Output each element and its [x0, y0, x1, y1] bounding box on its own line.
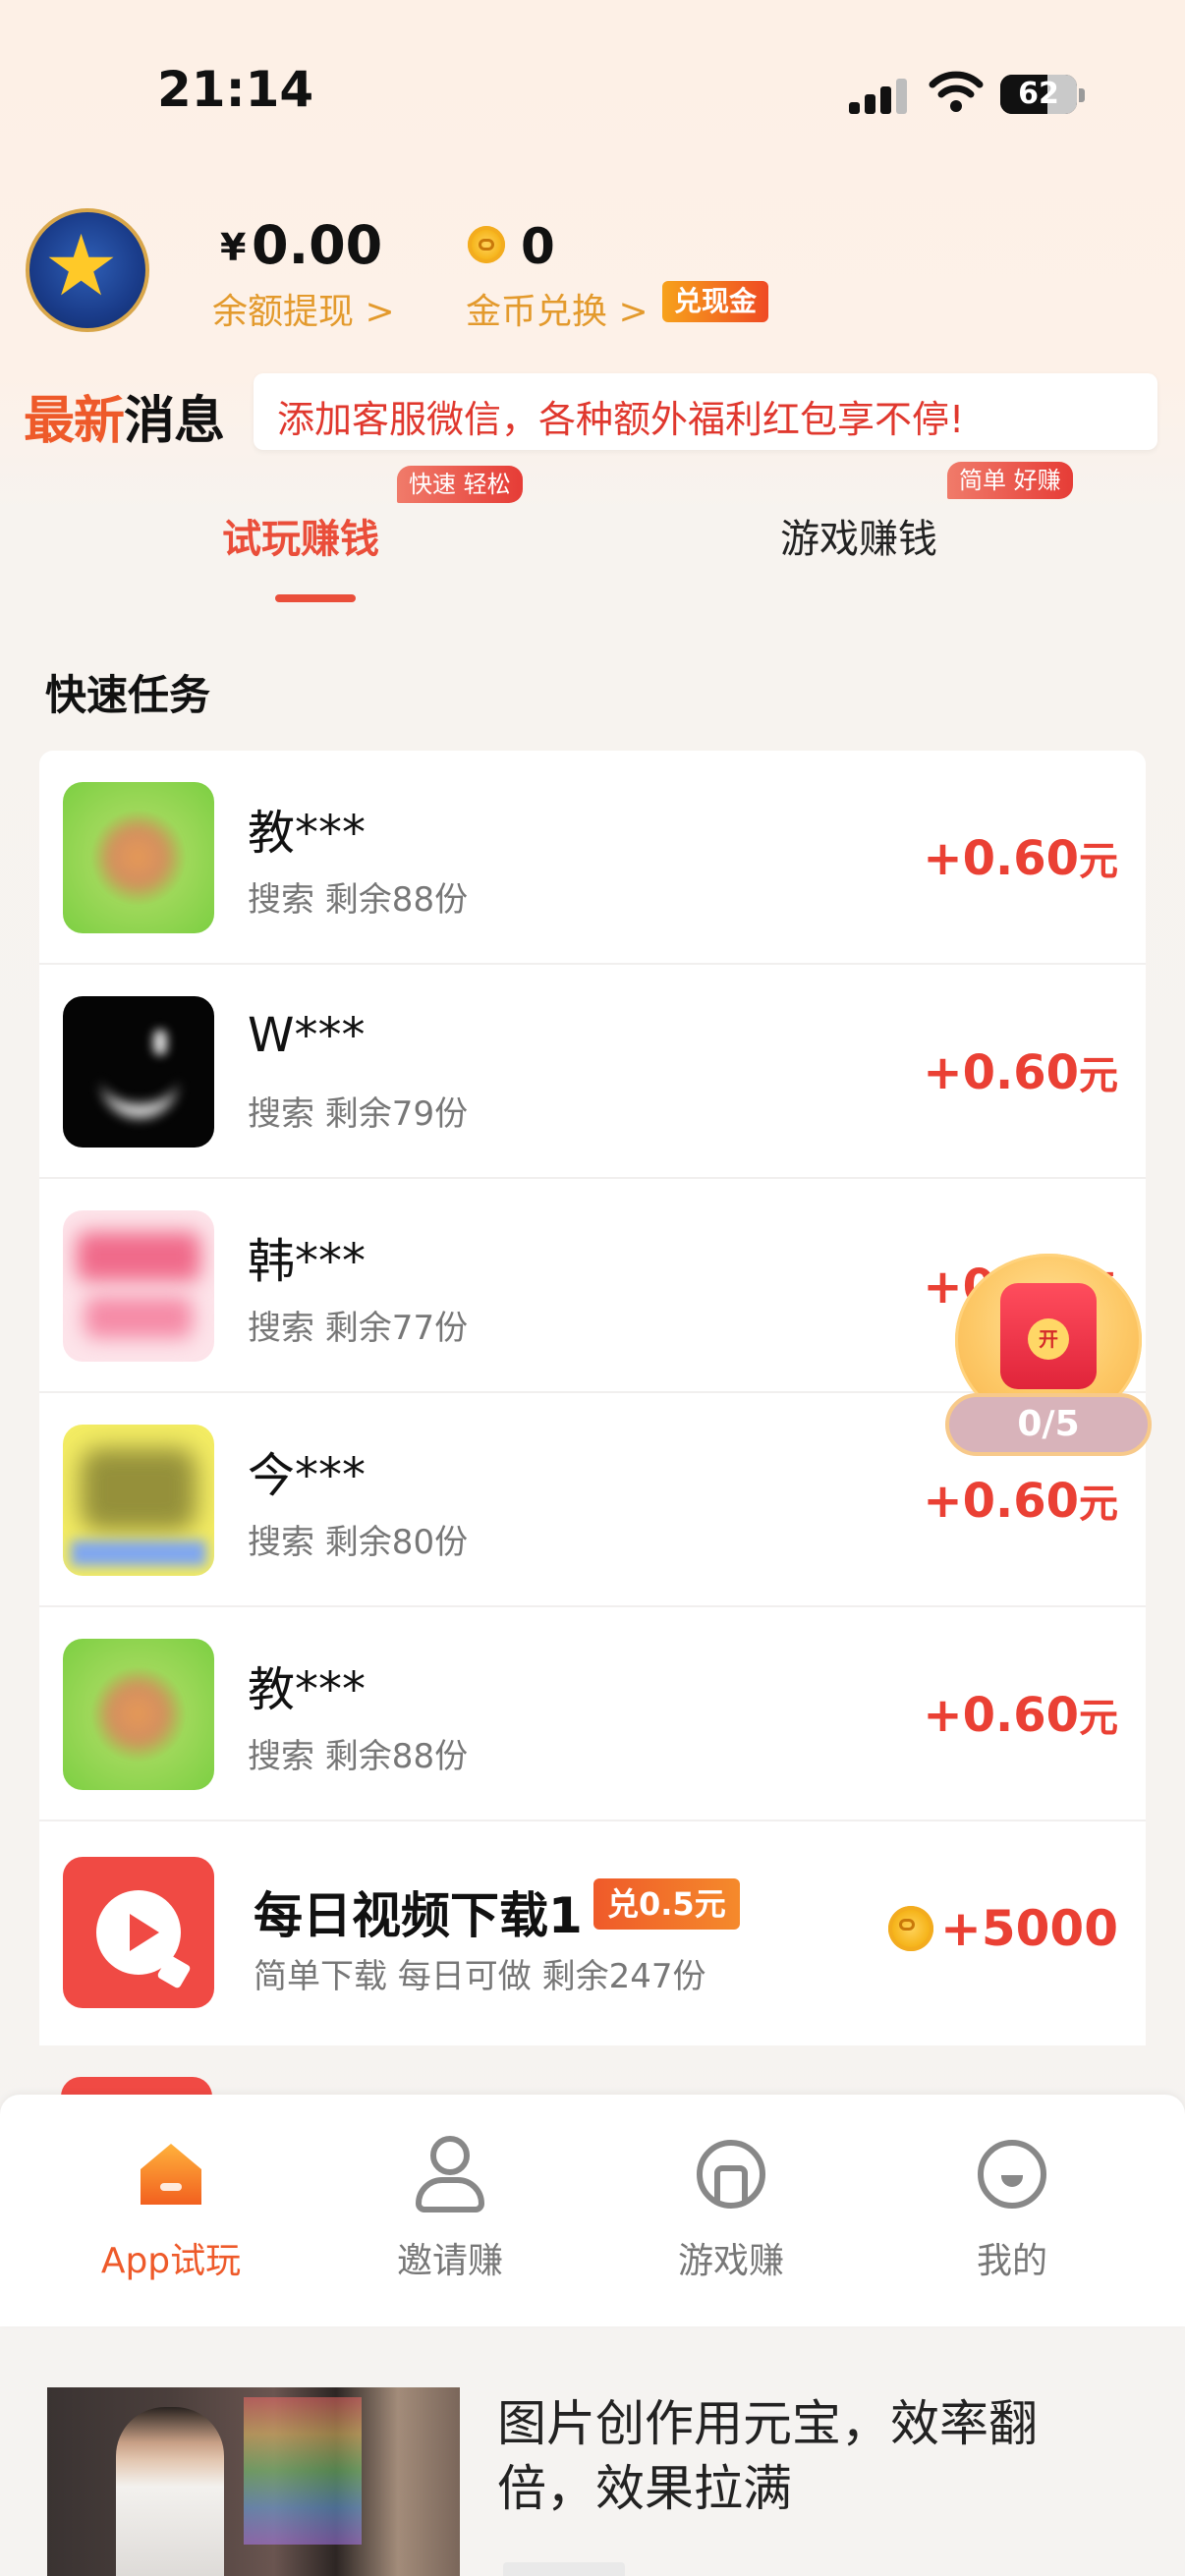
reward-amount: +0.60: [923, 1045, 1079, 1100]
blurred-app-icon: [63, 1210, 214, 1362]
task-subtitle: 搜索 剩余77份: [248, 1309, 469, 1348]
nav-label: 游戏赚: [677, 2241, 784, 2281]
task-reward: +0.60元: [923, 1043, 1118, 1100]
nav-label: App试玩: [100, 2241, 242, 2281]
task-subtitle: 搜索 剩余88份: [248, 880, 469, 920]
video-play-icon: [63, 1857, 214, 2008]
coin-exchange-link[interactable]: 金币兑换 >: [466, 283, 649, 334]
task-title: 韩***: [248, 1234, 367, 1289]
news-label-rest: 消息: [124, 392, 225, 451]
blurred-app-icon: [63, 996, 214, 1148]
balance-amount: 0.00: [252, 214, 383, 276]
task-row[interactable]: 教*** 搜索 剩余88份 +0.60元: [39, 1607, 1146, 1821]
tab-game-earn[interactable]: 游戏赚钱: [780, 507, 937, 564]
reward-unit: 元: [1079, 1482, 1118, 1527]
bottom-nav: App试玩 邀请赚 游戏赚 我的: [0, 2095, 1185, 2326]
wifi-icon: [929, 71, 984, 112]
video-task-reward: +5000: [939, 1900, 1118, 1957]
task-reward: +0.60元: [923, 829, 1118, 886]
ad-person-photo: [116, 2407, 224, 2576]
nav-item-me[interactable]: 我的: [914, 2134, 1110, 2283]
nav-item-game[interactable]: 游戏赚: [633, 2134, 829, 2283]
star-mascot-icon: ★: [43, 217, 120, 315]
task-title: 教***: [248, 1662, 367, 1717]
news-label-highlight: 最新: [24, 392, 125, 451]
reward-amount: +0.60: [923, 1474, 1079, 1529]
coin-icon: [888, 1906, 933, 1951]
blurred-app-icon: [63, 1425, 214, 1576]
task-reward: +0.60元: [923, 1686, 1118, 1743]
video-task-subtitle: 简单下载 每日可做 剩余247份: [254, 1957, 706, 1996]
task-title: 教***: [248, 806, 367, 861]
task-reward: +0.60元: [923, 1472, 1118, 1529]
avatar[interactable]: ★: [26, 208, 149, 332]
video-task-row[interactable]: 每日视频下载1 兑0.5元 简单下载 每日可做 剩余247份 +5000: [39, 1821, 1146, 2045]
task-title: 今***: [248, 1448, 367, 1503]
task-subtitle: 搜索 剩余88份: [248, 1737, 469, 1776]
home-icon: [131, 2134, 211, 2214]
task-subtitle: 搜索 剩余80份: [248, 1523, 469, 1562]
red-packet-progress: 0/5: [945, 1393, 1152, 1456]
coin-count: 0: [521, 218, 555, 275]
battery-level: 62: [1018, 77, 1059, 111]
reward-amount: +0.60: [923, 831, 1079, 886]
tab-badge-game: 简单 好赚: [947, 462, 1073, 499]
active-tab-indicator: [275, 594, 356, 602]
blurred-app-icon: [63, 1639, 214, 1790]
video-task-title: 每日视频下载1: [254, 1887, 583, 1944]
cash-badge[interactable]: 兑现金: [662, 281, 769, 322]
gamepad-icon: [691, 2134, 771, 2214]
task-subtitle: 搜索 剩余79份: [248, 1094, 469, 1134]
news-text: 添加客服微信，各种额外福利红包享不停!: [277, 398, 965, 441]
blurred-app-icon: [63, 782, 214, 933]
battery-icon: 62: [1000, 75, 1077, 114]
red-packet-seal: 开: [1028, 1318, 1069, 1360]
video-task-badge: 兑0.5元: [593, 1878, 740, 1930]
profile-icon: [972, 2134, 1052, 2214]
reward-unit: 元: [1079, 1053, 1118, 1098]
section-title: 快速任务: [45, 671, 211, 719]
nav-label: 邀请赚: [396, 2241, 503, 2281]
battery-cap: [1079, 88, 1085, 102]
coin-icon: [468, 226, 505, 263]
ad-tag: [503, 2562, 625, 2576]
nav-label: 我的: [976, 2241, 1047, 2281]
news-label: 最新消息: [24, 379, 225, 453]
ad-text[interactable]: 图片创作用元宝，效率翻倍，效果拉满: [497, 2391, 1126, 2521]
news-ticker[interactable]: 添加客服微信，各种额外福利红包享不停!: [254, 373, 1157, 450]
reward-unit: 元: [1079, 1696, 1118, 1741]
tab-trial-earn[interactable]: 试玩赚钱: [222, 507, 379, 564]
tab-badge-trial: 快速 轻松: [397, 466, 523, 503]
red-packet-widget[interactable]: 开 0/5: [945, 1254, 1152, 1470]
nav-item-app-trial[interactable]: App试玩: [73, 2134, 269, 2283]
currency-symbol: ¥: [220, 226, 247, 269]
reward-unit: 元: [1079, 839, 1118, 884]
nav-item-invite[interactable]: 邀请赚: [352, 2134, 548, 2283]
user-icon: [410, 2134, 490, 2214]
ad-image[interactable]: [47, 2387, 460, 2576]
cellular-signal-icon: [849, 79, 908, 114]
task-row[interactable]: W*** 搜索 剩余79份 +0.60元: [39, 965, 1146, 1179]
withdraw-link[interactable]: 余额提现 >: [212, 283, 395, 334]
status-time: 21:14: [157, 61, 314, 118]
task-row[interactable]: 教*** 搜索 剩余88份 +0.60元: [39, 751, 1146, 965]
reward-amount: +0.60: [923, 1688, 1079, 1743]
task-title: W***: [248, 1008, 366, 1063]
